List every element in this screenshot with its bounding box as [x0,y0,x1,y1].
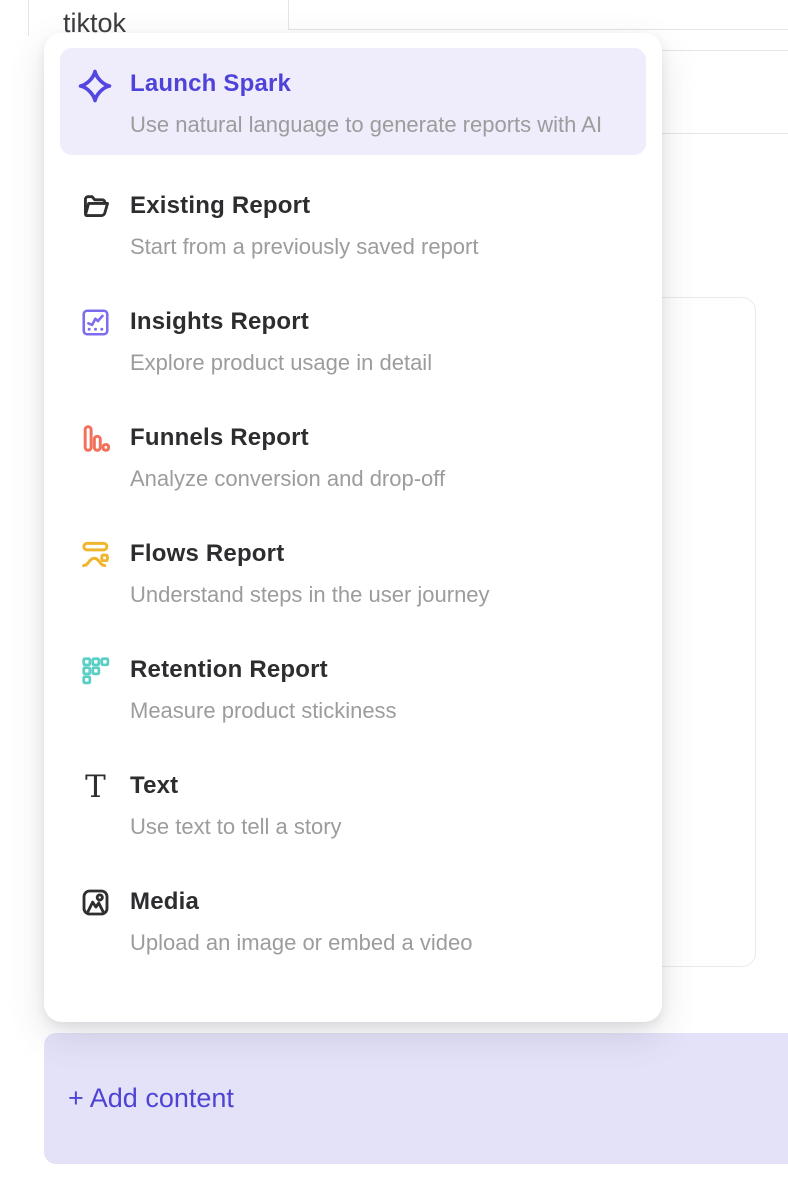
background-row-divider [640,50,788,51]
menu-item-description: Use natural language to generate reports… [130,105,618,145]
menu-item-retention-report[interactable]: Retention Report Measure product stickin… [60,641,646,744]
menu-item-launch-spark[interactable]: Launch Spark Use natural language to gen… [60,48,646,155]
text-icon: T [78,770,112,802]
flow-wave-icon [78,538,112,570]
svg-text:T: T [85,771,106,802]
menu-item-media[interactable]: Media Upload an image or embed a video [60,873,646,976]
menu-item-flows-report[interactable]: Flows Report Understand steps in the use… [60,525,646,628]
background-row-divider [640,133,788,134]
background-row-divider [288,29,788,30]
background-table-divider [288,0,289,29]
menu-item-title: Text [130,770,628,802]
add-content-label: + Add content [68,1083,234,1114]
menu-item-title: Funnels Report [130,422,628,454]
menu-item-description: Measure product stickiness [130,691,628,731]
menu-item-description: Understand steps in the user journey [130,575,628,615]
media-icon [78,886,112,918]
background-table-divider [28,0,29,36]
menu-item-existing-report[interactable]: Existing Report Start from a previously … [60,177,646,280]
menu-item-title: Retention Report [130,654,628,686]
menu-item-title: Insights Report [130,306,628,338]
menu-item-text[interactable]: T Text Use text to tell a story [60,757,646,860]
menu-item-title: Flows Report [130,538,628,570]
menu-item-description: Start from a previously saved report [130,227,628,267]
spark-icon [78,68,112,103]
menu-item-description: Upload an image or embed a video [130,923,628,963]
line-chart-icon [78,306,112,338]
add-content-menu: Launch Spark Use natural language to gen… [44,33,662,1022]
menu-item-description: Analyze conversion and drop-off [130,459,628,499]
folder-open-icon [78,190,112,222]
add-content-button[interactable]: + Add content [44,1033,788,1164]
menu-item-title: Media [130,886,628,918]
menu-item-description: Explore product usage in detail [130,343,628,383]
menu-item-funnels-report[interactable]: Funnels Report Analyze conversion and dr… [60,409,646,512]
retention-grid-icon [78,654,112,686]
funnel-bars-icon [78,422,112,454]
menu-item-description: Use text to tell a story [130,807,628,847]
menu-item-title: Existing Report [130,190,628,222]
menu-item-title: Launch Spark [130,68,628,100]
menu-item-insights-report[interactable]: Insights Report Explore product usage in… [60,293,646,396]
